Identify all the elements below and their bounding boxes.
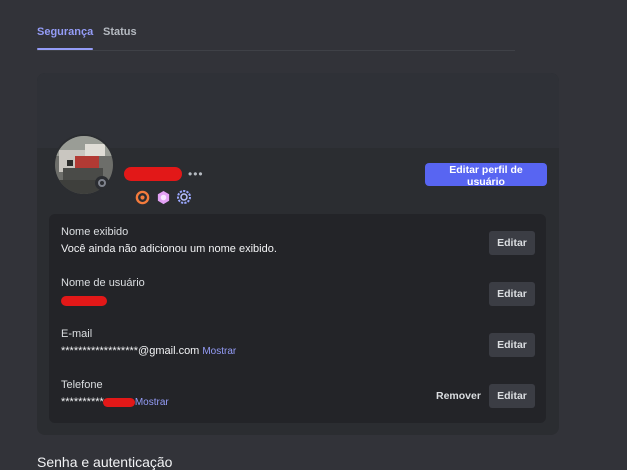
settings-tabs: Segurança Status (37, 0, 515, 51)
profile-badges (134, 189, 192, 205)
reveal-email-link[interactable]: Mostrar (202, 346, 236, 357)
reveal-phone-link[interactable]: Mostrar (135, 397, 169, 408)
phone-field: Telefone ********** Mostrar (61, 379, 169, 408)
phone-value: ********** (61, 396, 104, 408)
phone-redaction (102, 397, 135, 407)
edit-email-button[interactable]: Editar (489, 333, 535, 357)
username-redaction (124, 167, 182, 181)
profile-username-row: ••• (124, 166, 204, 182)
edit-display-name-button[interactable]: Editar (489, 231, 535, 255)
edit-username-button[interactable]: Editar (489, 282, 535, 306)
tab-security[interactable]: Segurança (37, 26, 94, 50)
phone-value-row: ********** Mostrar (61, 396, 169, 408)
server-boost-badge-icon[interactable] (176, 189, 192, 205)
username-field: Nome de usuário (61, 277, 145, 306)
username-label: Nome de usuário (61, 277, 145, 289)
username-value (61, 294, 145, 306)
remove-phone-button[interactable]: Remover (430, 384, 481, 408)
username-value-redaction (61, 296, 107, 306)
phone-label: Telefone (61, 379, 103, 391)
email-value: ******************@gmail.com (61, 345, 200, 357)
tab-status[interactable]: Status (103, 26, 137, 38)
more-icon[interactable]: ••• (188, 168, 204, 180)
hypesquad-balance-badge-icon[interactable] (134, 189, 150, 205)
display-name-label: Nome exibido (61, 226, 129, 238)
user-profile-card: ••• Editar perfil de usuário Nome exibid… (37, 73, 559, 435)
display-name-value: Você ainda não adicionou um nome exibido… (61, 243, 277, 255)
edit-phone-button[interactable]: Editar (489, 384, 535, 408)
password-auth-heading: Senha e autenticação (37, 454, 173, 470)
account-fields-panel: Nome exibido Você ainda não adicionou um… (49, 214, 546, 423)
profile-banner (37, 73, 559, 148)
email-label: E-mail (61, 328, 93, 340)
status-indicator (95, 176, 109, 190)
email-value-row: ******************@gmail.com Mostrar (61, 345, 236, 357)
display-name-field: Nome exibido Você ainda não adicionou um… (61, 226, 277, 255)
edit-profile-button[interactable]: Editar perfil de usuário (425, 163, 547, 188)
nitro-badge-icon[interactable] (155, 189, 171, 205)
email-field: E-mail ******************@gmail.com Most… (61, 328, 236, 357)
